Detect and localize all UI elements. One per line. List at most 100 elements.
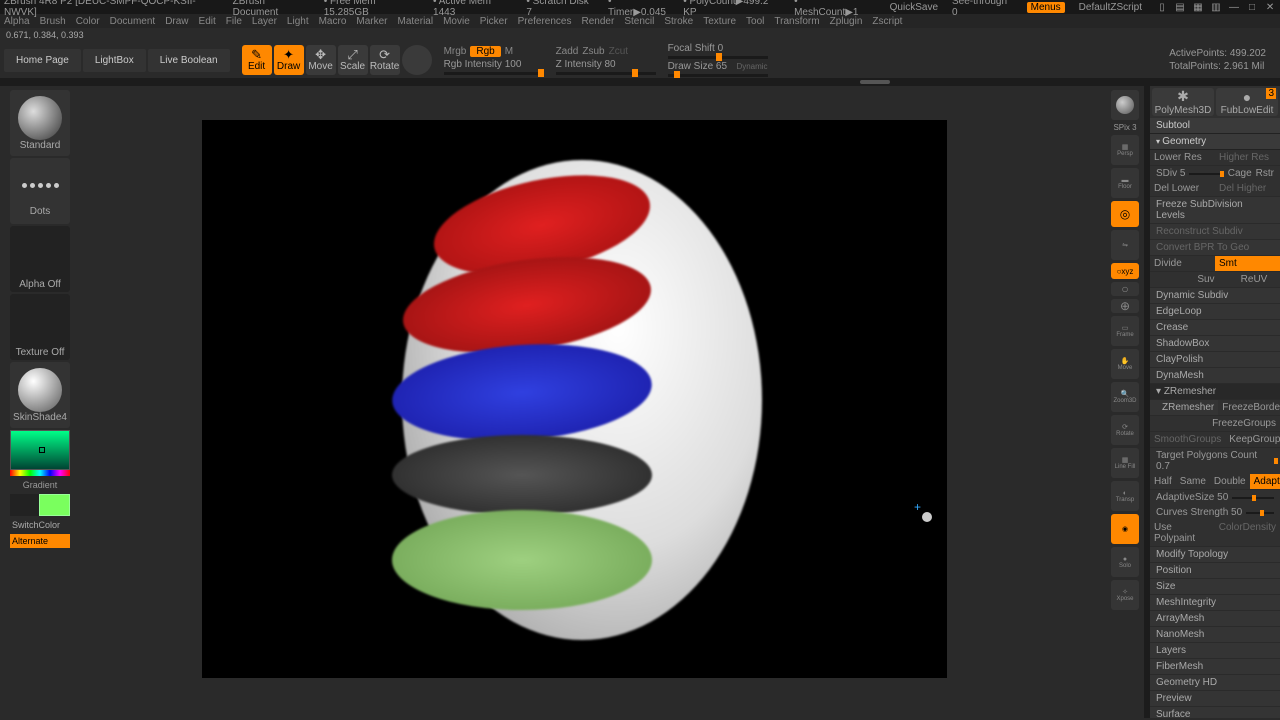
suv-toggle[interactable]: Suv	[1193, 272, 1236, 288]
del-lower-button[interactable]: Del Lower	[1150, 181, 1215, 197]
maximize-icon[interactable]: □	[1246, 1, 1258, 13]
brush-tile[interactable]: Standard	[10, 90, 70, 156]
texture-tile[interactable]: Texture Off	[10, 294, 70, 360]
cage-toggle[interactable]: Cage	[1228, 168, 1252, 179]
modify-topology-header[interactable]: Modify Topology	[1150, 547, 1280, 563]
menu-transform[interactable]: Transform	[774, 16, 819, 27]
gizmo-button[interactable]	[402, 45, 432, 75]
m-toggle[interactable]: M	[505, 46, 513, 57]
move-button[interactable]: ✋Move	[1111, 349, 1139, 379]
menu-stroke[interactable]: Stroke	[664, 16, 693, 27]
menu-texture[interactable]: Texture	[703, 16, 736, 27]
quicksave-button[interactable]: QuickSave	[890, 2, 938, 13]
bpr-button[interactable]	[1111, 90, 1139, 120]
material-tile[interactable]: SkinShade4	[10, 362, 70, 428]
floor-button[interactable]: ▬Floor	[1111, 168, 1139, 198]
position-header[interactable]: Position	[1150, 563, 1280, 579]
menu-material[interactable]: Material	[398, 16, 434, 27]
menu-file[interactable]: File	[226, 16, 242, 27]
rgb-toggle[interactable]: Rgb	[470, 46, 500, 57]
menu-alpha[interactable]: Alpha	[4, 16, 30, 27]
rotate-mode-button[interactable]: ⟳Rotate	[370, 45, 400, 75]
surface-header[interactable]: Surface	[1150, 707, 1280, 718]
linefill-button[interactable]: ▦Line Fill	[1111, 448, 1139, 478]
rstr-toggle[interactable]: Rstr	[1256, 168, 1274, 179]
shadowbox-header[interactable]: ShadowBox	[1150, 336, 1280, 352]
zremesher-header[interactable]: ▾ ZRemesher	[1150, 384, 1280, 400]
axis-z-button[interactable]: ⊕	[1111, 299, 1139, 313]
keepgroups-toggle[interactable]: KeepGroups	[1225, 432, 1280, 448]
menu-macro[interactable]: Macro	[319, 16, 347, 27]
arraymesh-header[interactable]: ArrayMesh	[1150, 611, 1280, 627]
freezegroups-toggle[interactable]: FreezeGroups	[1208, 416, 1280, 432]
tab-liveboolean[interactable]: Live Boolean	[148, 49, 230, 72]
divide-button[interactable]: Divide	[1150, 256, 1215, 272]
rotate-button[interactable]: ⟳Rotate	[1111, 415, 1139, 445]
zcut-toggle[interactable]: Zcut	[609, 46, 628, 57]
curves-strength[interactable]: Curves Strength 50	[1156, 507, 1242, 518]
reconstruct-button[interactable]: Reconstruct Subdiv	[1150, 224, 1280, 240]
persp-button[interactable]: ▦Persp	[1111, 135, 1139, 165]
spix-label[interactable]: SPix 3	[1113, 123, 1136, 132]
menu-render[interactable]: Render	[582, 16, 615, 27]
menu-stencil[interactable]: Stencil	[624, 16, 654, 27]
colordensity-toggle[interactable]: ColorDensity	[1215, 520, 1280, 547]
claypolish-header[interactable]: ClayPolish	[1150, 352, 1280, 368]
alpha-tile[interactable]: Alpha Off	[10, 226, 70, 292]
zoom3d-button[interactable]: 🔍Zoom3D	[1111, 382, 1139, 412]
freeze-subd-button[interactable]: Freeze SubDivision Levels	[1150, 197, 1280, 224]
smoothgroups-toggle[interactable]: SmoothGroups	[1150, 432, 1225, 448]
geometry-header[interactable]: Geometry	[1150, 134, 1280, 150]
lsym-button[interactable]: ⇋	[1111, 230, 1139, 260]
layout-1-icon[interactable]: ▯	[1156, 1, 1168, 13]
color-swatches[interactable]	[10, 494, 70, 516]
zsub-toggle[interactable]: Zsub	[582, 46, 604, 57]
default-zscript[interactable]: DefaultZScript	[1079, 2, 1142, 13]
double-button[interactable]: Double	[1210, 474, 1250, 490]
xpose-button[interactable]: ✧Xpose	[1111, 580, 1139, 610]
dynamic-label[interactable]: Dynamic	[736, 62, 767, 71]
alternate-button[interactable]: Alternate	[10, 534, 70, 548]
menu-preferences[interactable]: Preferences	[518, 16, 572, 27]
menu-movie[interactable]: Movie	[443, 16, 470, 27]
frame-button[interactable]: ▭Frame	[1111, 316, 1139, 346]
top-scrollbar[interactable]	[0, 78, 1280, 86]
menu-zscript[interactable]: Zscript	[872, 16, 902, 27]
convert-bpr-button[interactable]: Convert BPR To Geo	[1150, 240, 1280, 256]
menu-marker[interactable]: Marker	[356, 16, 387, 27]
menu-document[interactable]: Document	[110, 16, 156, 27]
close-icon[interactable]: ✕	[1264, 1, 1276, 13]
menu-tool[interactable]: Tool	[746, 16, 764, 27]
dynamesh-header[interactable]: DynaMesh	[1150, 368, 1280, 384]
edit-mode-button[interactable]: ✎Edit	[242, 45, 272, 75]
scale-mode-button[interactable]: ⤢Scale	[338, 45, 368, 75]
mrgb-toggle[interactable]: Mrgb	[444, 46, 467, 57]
tab-lightbox[interactable]: LightBox	[83, 49, 146, 72]
menu-picker[interactable]: Picker	[480, 16, 508, 27]
fibermesh-header[interactable]: FiberMesh	[1150, 659, 1280, 675]
axis-y-button[interactable]: ○	[1111, 282, 1139, 296]
meshintegrity-header[interactable]: MeshIntegrity	[1150, 595, 1280, 611]
menus-button[interactable]: Menus	[1027, 2, 1065, 13]
menu-light[interactable]: Light	[287, 16, 309, 27]
gradient-label[interactable]: Gradient	[21, 478, 60, 492]
zremesher-button[interactable]: ZRemesher	[1150, 400, 1218, 416]
higherres-button[interactable]: Higher Res	[1215, 150, 1280, 166]
size-header[interactable]: Size	[1150, 579, 1280, 595]
geometryhd-header[interactable]: Geometry HD	[1150, 675, 1280, 691]
switchcolor-button[interactable]: SwitchColor	[10, 518, 70, 532]
tool-thumb-1[interactable]: ✱PolyMesh3D	[1152, 88, 1214, 116]
menu-color[interactable]: Color	[76, 16, 100, 27]
rgb-intensity-slider[interactable]	[444, 72, 544, 75]
zadd-toggle[interactable]: Zadd	[556, 46, 579, 57]
menu-layer[interactable]: Layer	[252, 16, 277, 27]
focal-slider[interactable]	[668, 56, 768, 59]
stroke-tile[interactable]: Dots	[10, 158, 70, 224]
dynamic-subdiv-header[interactable]: Dynamic Subdiv	[1150, 288, 1280, 304]
move-mode-button[interactable]: ✥Move	[306, 45, 336, 75]
smt-toggle[interactable]: Smt	[1215, 256, 1280, 272]
transp-button[interactable]: ◐Transp	[1111, 481, 1139, 511]
lowerres-button[interactable]: Lower Res	[1150, 150, 1215, 166]
adapt-button[interactable]: Adapt	[1250, 474, 1280, 490]
rgb-intensity[interactable]: Rgb Intensity 100	[444, 59, 522, 70]
